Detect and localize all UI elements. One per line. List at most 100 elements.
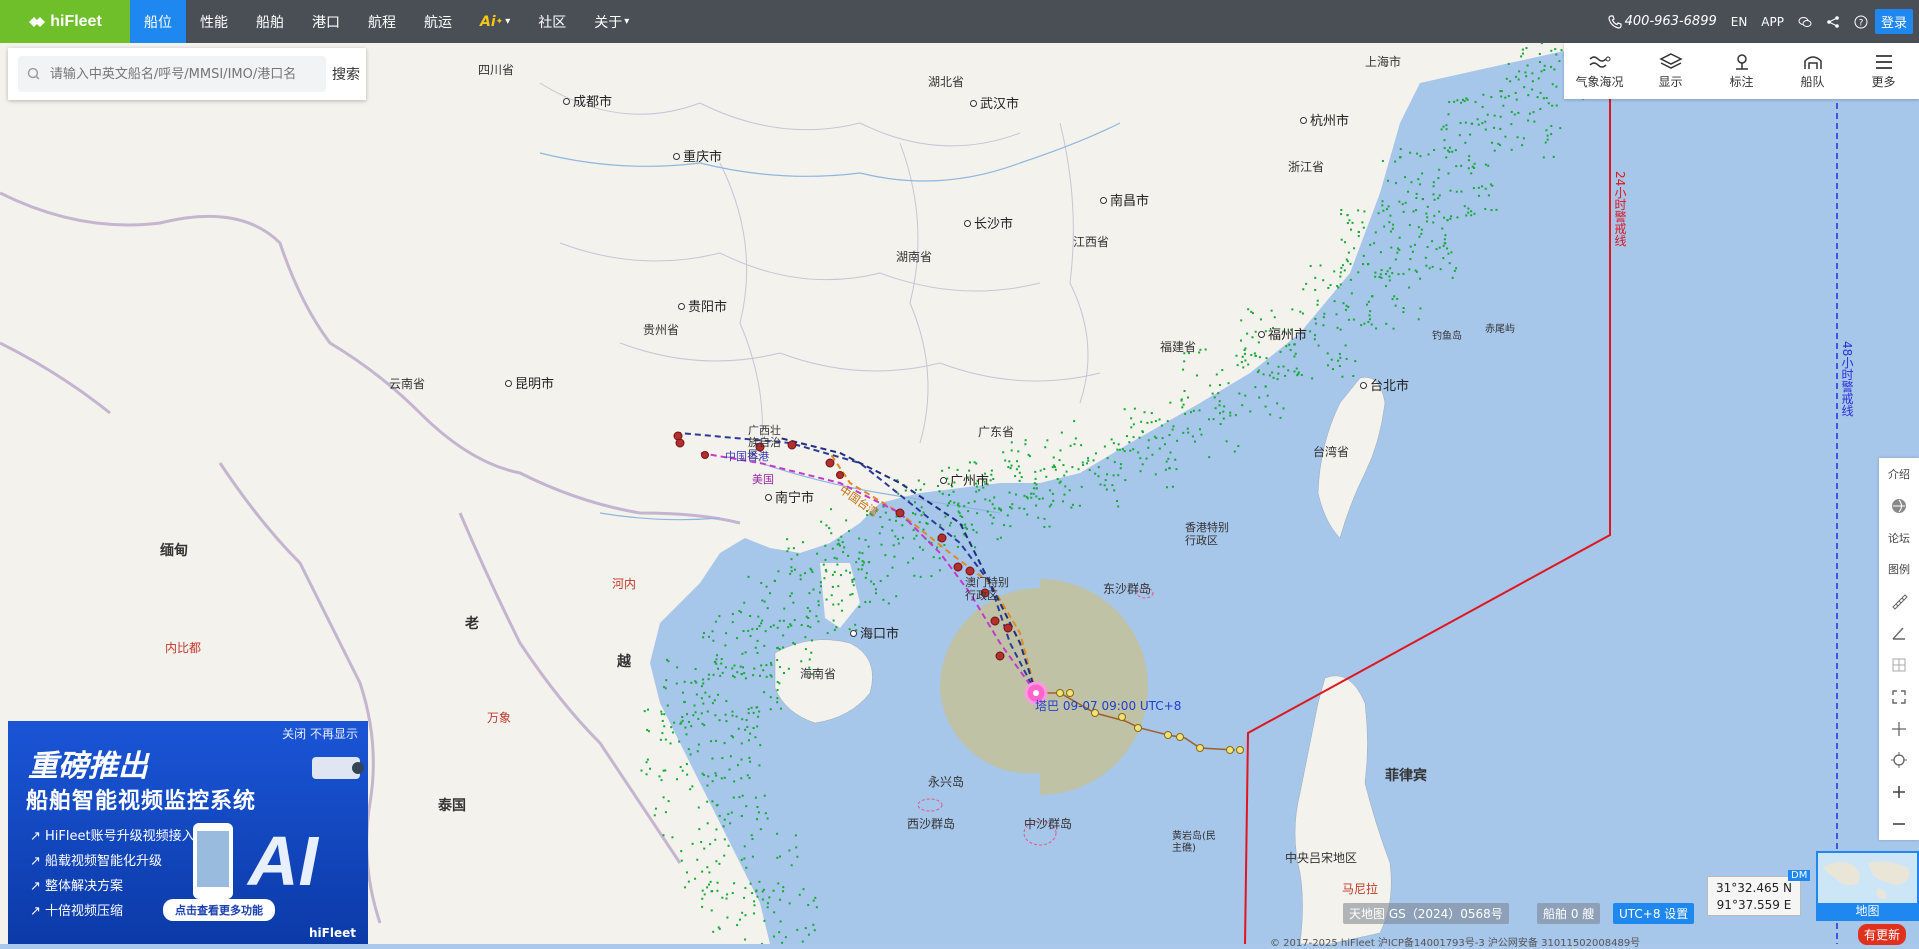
province-label: 贵州省 [643,323,680,337]
ad-ai-text: AI [248,822,318,900]
toolbar-more[interactable]: 更多 [1848,43,1919,99]
svg-text:?: ? [1859,18,1864,28]
pin-icon [1735,53,1748,70]
nav-performance[interactable]: 性能 [186,0,242,43]
timezone-setting-button[interactable]: UTC+8 设置 [1613,903,1695,924]
toolbar-label: 显示 [1658,74,1683,89]
ad-close-button[interactable]: 关闭 不再显示 [282,725,358,742]
nav-label: 社区 [538,14,567,31]
nav-label: Ai [480,13,496,30]
toolbar-fleet[interactable]: 船队 [1777,43,1848,99]
share-icon[interactable] [1819,15,1847,29]
phone[interactable]: 400-963-6899 [1601,14,1724,29]
lang-switch[interactable]: EN [1724,15,1755,29]
grid-icon[interactable] [1879,649,1919,681]
nav-label: 航运 [424,14,452,31]
ad-banner[interactable]: 关闭 不再显示 重磅推出 船舶智能视频监控系统 ↗ HiFleet账号升级视频接… [8,721,368,944]
toolbar-weather[interactable]: 气象海况 [1564,43,1635,99]
right-nav: 400-963-6899 EN APP ? 登录 [1601,0,1919,43]
minimap[interactable]: 地图 [1816,851,1919,921]
fullscreen-icon[interactable] [1879,681,1919,713]
menu-icon [1875,54,1892,69]
tool-intro[interactable]: 介绍 [1879,458,1919,490]
phone-number: 400-963-6899 [1624,14,1717,29]
province-label: 湖南省 [896,250,933,264]
login-button[interactable]: 登录 [1874,9,1913,34]
layers-icon [1658,52,1683,69]
app-link[interactable]: APP [1754,15,1791,29]
satellite-icon[interactable] [1879,490,1919,522]
phone-illustration-icon [193,823,233,899]
top-nav: hiFleet 船位 性能 船舶 港口 航程 航运 Ai ✦ ▾ 社区 关于 ▾ 40… [0,0,1919,43]
map-source-badge: 天地图 GS（2024）0568号 [1343,903,1509,924]
crosshair-icon[interactable] [1879,713,1919,745]
logo[interactable]: hiFleet [0,0,130,43]
camera-illustration-icon [312,757,364,779]
zoom-in-icon[interactable] [1879,776,1919,808]
province-label: 广东省 [978,425,1015,439]
country-label: 越 [617,654,631,670]
toolbar-label: 更多 [1871,74,1896,89]
nav-label: 船舶 [256,14,284,31]
locate-icon[interactable] [1879,744,1919,776]
capital-label: 马尼拉 [1342,882,1379,896]
nav-voyage[interactable]: 航程 [354,0,410,43]
forecast-label-us: 美国 [752,473,774,486]
forecast-label-hk: 中国香港 [725,450,769,463]
province-label: 湖北省 [928,75,965,89]
ad-feature: ↗ 十倍视频压缩 [30,904,124,919]
phone-icon [1608,14,1622,29]
dm-toggle[interactable]: DM [1788,870,1811,881]
nav-community[interactable]: 社区 [524,0,580,43]
copyright: © 2017-2025 hiFleet 沪ICP备14001793号-3 沪公网… [1270,938,1641,949]
ruler-icon[interactable] [1879,585,1919,617]
warning-48h-label: 48小时警戒线 [1840,341,1854,417]
search-button[interactable]: 搜索 [332,64,360,84]
wechat-icon[interactable] [1791,15,1819,29]
city-label: 昆明市 [505,373,554,392]
province-label: 四川省 [478,63,515,77]
search-input[interactable] [47,65,326,83]
province-label: 海南省 [800,667,837,681]
nav-label: 航程 [368,14,396,31]
nav-about[interactable]: 关于 ▾ [580,0,643,43]
world-map-icon [1823,861,1910,899]
island-label: 钓鱼岛 [1432,331,1462,342]
province-label: 台湾省 [1313,445,1350,459]
side-tools: 介绍 论坛 图例 [1879,458,1919,840]
country-label: 缅甸 [160,543,188,559]
tool-forum[interactable]: 论坛 [1879,522,1919,554]
toolbar-display[interactable]: 显示 [1635,43,1706,99]
city-label: 福州市 [1258,324,1307,343]
province-label: 上海市 [1365,55,1402,69]
ship-count-badge: 船舶 0 艘 [1537,903,1601,924]
island-label: 中沙群岛 [1024,817,1073,831]
angle-icon[interactable] [1879,617,1919,649]
ad-more-button[interactable]: 点击查看更多功能 [163,899,275,921]
zoom-out-icon[interactable] [1879,808,1919,840]
nav-label: 港口 [312,14,340,31]
search-field[interactable] [18,56,326,92]
typhoon-label[interactable]: 塔巴 09-07 09:00 UTC+8 [1035,697,1181,714]
logo-icon [29,16,46,27]
tool-legend[interactable]: 图例 [1879,553,1919,585]
nav-ports[interactable]: 港口 [298,0,354,43]
nav-ships[interactable]: 船舶 [242,0,298,43]
city-label: 贵阳市 [678,296,727,315]
island-label: 黄岩岛(民主礁) [1172,831,1216,854]
fleet-icon [1803,55,1822,69]
province-label: 江西省 [1073,235,1110,249]
update-badge[interactable]: 有更新 [1858,924,1907,945]
capital-label: 万象 [487,711,512,725]
toolbar-label: 船队 [1800,74,1825,89]
toolbar-annotate[interactable]: 标注 [1706,43,1777,99]
capital-label: 内比都 [165,641,202,655]
land-leizhou [820,563,860,628]
nav-position[interactable]: 船位 [130,0,186,43]
warning-24h-label: 24小时警戒线 [1613,171,1627,247]
nav-ai[interactable]: Ai ✦ ▾ [466,0,524,43]
help-icon[interactable]: ? [1847,15,1875,29]
nav-label: 性能 [200,14,228,31]
nav-shipping[interactable]: 航运 [410,0,466,43]
longitude: 91°37.559 E [1716,898,1792,912]
